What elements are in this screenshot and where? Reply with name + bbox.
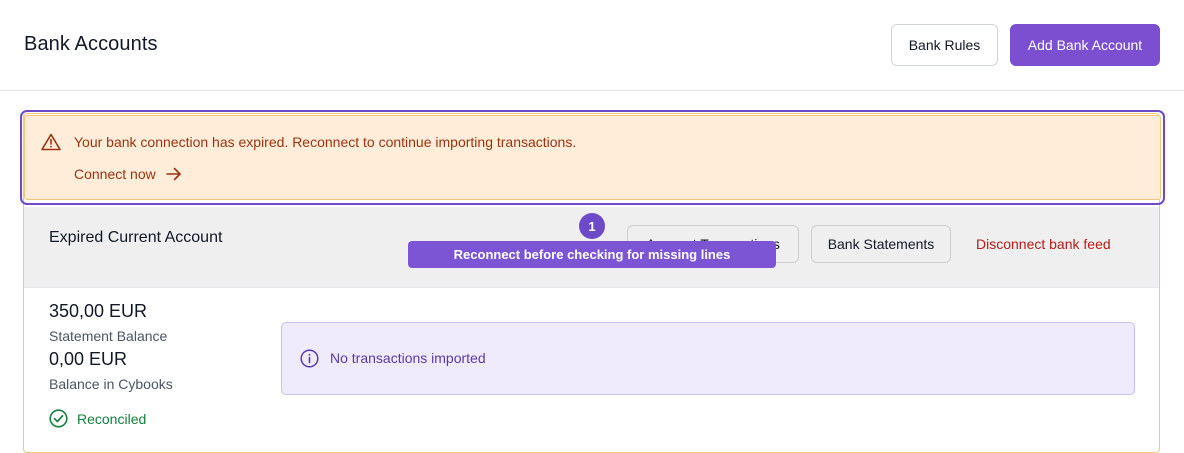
statement-balance-label: Statement Balance bbox=[49, 328, 168, 344]
add-bank-account-button[interactable]: Add Bank Account bbox=[1010, 24, 1160, 66]
no-transactions-message: No transactions imported bbox=[330, 350, 486, 366]
bank-statements-button[interactable]: Bank Statements bbox=[811, 225, 951, 263]
page-title: Bank Accounts bbox=[24, 33, 158, 55]
reconciled-status: Reconciled bbox=[49, 409, 146, 428]
disconnect-bank-feed-link[interactable]: Disconnect bank feed bbox=[976, 236, 1111, 252]
coachmark-tooltip: Reconnect before checking for missing li… bbox=[408, 241, 776, 268]
statement-balance-amount: 350,00 EUR bbox=[49, 301, 148, 321]
top-bar: Bank Accounts Bank Rules Add Bank Accoun… bbox=[0, 0, 1184, 91]
info-circle-icon bbox=[300, 349, 319, 368]
book-balance-label: Balance in Cybooks bbox=[49, 376, 173, 392]
book-balance-amount: 0,00 EUR bbox=[49, 349, 128, 369]
alert-highlight-outline bbox=[20, 110, 1165, 205]
check-circle-icon bbox=[49, 409, 68, 428]
reconciled-label: Reconciled bbox=[77, 410, 147, 427]
coachmark-step-badge: 1 bbox=[579, 213, 605, 239]
account-name: Expired Current Account bbox=[49, 229, 223, 246]
no-transactions-info: No transactions imported bbox=[281, 322, 1135, 395]
bank-rules-button[interactable]: Bank Rules bbox=[891, 24, 998, 66]
